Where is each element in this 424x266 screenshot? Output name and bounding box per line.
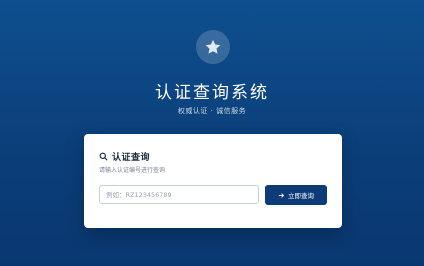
arrow-right-icon <box>278 192 284 198</box>
query-button[interactable]: 立即查询 <box>265 185 327 205</box>
star-icon <box>205 39 221 54</box>
certificate-number-input[interactable] <box>99 185 259 204</box>
page-subtitle: 权威认证 · 诚信服务 <box>177 107 247 115</box>
page-title: 认证查询系统 <box>155 83 269 103</box>
card-title: 认证查询 <box>112 153 151 163</box>
query-button-label: 立即查询 <box>288 192 314 200</box>
logo-badge <box>196 30 230 64</box>
card-header: 认证查询 <box>99 150 150 163</box>
card-description: 请输入认证编号进行查询 <box>99 167 166 174</box>
query-card: 认证查询 请输入认证编号进行查询 立即查询 <box>84 134 342 228</box>
search-icon <box>99 152 108 161</box>
